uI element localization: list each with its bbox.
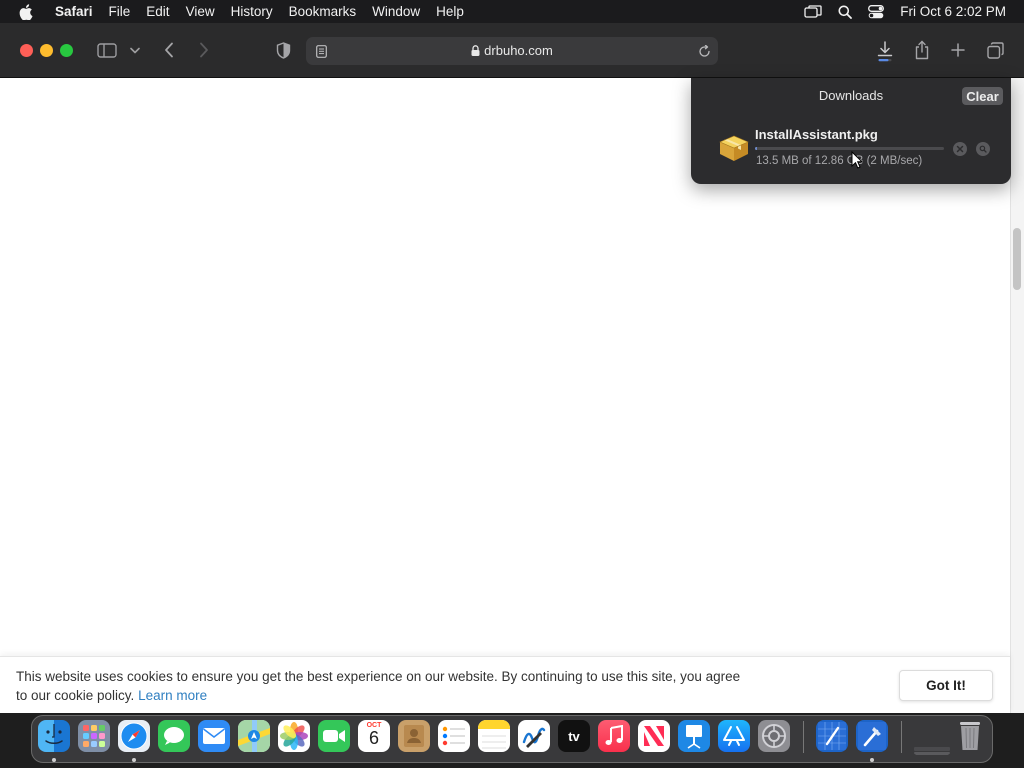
apple-tv-icon[interactable]: tv: [558, 720, 590, 752]
dock-separator-2: [901, 721, 902, 753]
control-center-icon[interactable]: [868, 4, 885, 19]
facetime-icon[interactable]: [318, 720, 350, 752]
downloads-popover: Downloads Clear InstallAssistant.pkg 13.…: [691, 78, 1011, 184]
running-indicator-safari: [132, 758, 136, 762]
download-progress-bar: [755, 147, 944, 150]
downloads-stack-icon[interactable]: [912, 740, 952, 756]
menu-help[interactable]: Help: [436, 4, 464, 19]
new-tab-plus-icon[interactable]: [949, 41, 967, 59]
safari-compass-icon[interactable]: [118, 720, 150, 752]
menu-edit[interactable]: Edit: [146, 4, 169, 19]
privacy-shield-icon[interactable]: [274, 41, 292, 59]
forward-chevron-icon[interactable]: [195, 40, 213, 60]
cookie-message-line2: to our cookie policy.: [16, 688, 135, 703]
xcode-blueprint-icon[interactable]: [816, 720, 848, 752]
address-url: drbuho.com: [306, 43, 718, 59]
screen-mirroring-icon[interactable]: [804, 4, 822, 19]
menu-safari[interactable]: Safari: [55, 4, 93, 19]
system-settings-gear-icon[interactable]: [758, 720, 790, 752]
mouse-pointer-icon: [851, 150, 864, 174]
cookie-message: This website uses cookies to ensure you …: [16, 667, 776, 705]
menu-bar-clock[interactable]: Fri Oct 6 2:02 PM: [900, 4, 1006, 19]
tab-overview-icon[interactable]: [985, 40, 1005, 60]
cookie-banner: This website uses cookies to ensure you …: [0, 656, 1010, 713]
downloads-icon[interactable]: [875, 39, 895, 63]
window-minimize-button[interactable]: [40, 44, 53, 57]
scrollbar-thumb[interactable]: [1013, 228, 1021, 290]
contacts-icon[interactable]: [398, 720, 430, 752]
menu-bar: Safari File Edit View History Bookmarks …: [0, 0, 1024, 23]
sidebar-toggle-icon[interactable]: [96, 41, 118, 59]
news-icon[interactable]: [638, 720, 670, 752]
music-icon[interactable]: [598, 720, 630, 752]
learn-more-link[interactable]: Learn more: [138, 688, 207, 703]
maps-icon[interactable]: [238, 720, 270, 752]
stop-download-x-icon[interactable]: [953, 142, 967, 156]
keynote-icon[interactable]: [678, 720, 710, 752]
menu-window[interactable]: Window: [372, 4, 420, 19]
running-indicator-finder: [52, 758, 56, 762]
package-file-icon: [718, 132, 750, 162]
photos-icon[interactable]: [278, 720, 310, 752]
app-store-icon[interactable]: [718, 720, 750, 752]
got-it-button[interactable]: Got It!: [899, 670, 993, 701]
dock-separator: [803, 721, 804, 753]
cookie-message-line1: This website uses cookies to ensure you …: [16, 669, 741, 684]
messages-icon[interactable]: [158, 720, 190, 752]
launchpad-icon[interactable]: [78, 720, 110, 752]
tab-group-chevron-down-icon[interactable]: [129, 44, 141, 56]
show-in-finder-magnifier-icon[interactable]: [976, 142, 990, 156]
calendar-icon[interactable]: OCT 6: [358, 720, 390, 752]
mail-icon[interactable]: [198, 720, 230, 752]
installer-hammer-icon[interactable]: [856, 720, 888, 752]
freeform-icon[interactable]: [518, 720, 550, 752]
calendar-day: 6: [368, 728, 379, 748]
trash-icon[interactable]: [954, 720, 986, 752]
finder-icon[interactable]: [38, 720, 70, 752]
menu-history[interactable]: History: [231, 4, 273, 19]
lock-icon: [471, 44, 480, 59]
share-icon[interactable]: [912, 39, 932, 61]
menu-view[interactable]: View: [186, 4, 215, 19]
spotlight-search-icon[interactable]: [838, 5, 853, 19]
address-url-text: drbuho.com: [484, 43, 553, 58]
menu-bookmarks[interactable]: Bookmarks: [289, 4, 357, 19]
notes-icon[interactable]: [478, 720, 510, 752]
scrollbar-track[interactable]: [1010, 78, 1024, 713]
address-bar[interactable]: drbuho.com: [306, 37, 718, 65]
running-indicator-installer: [870, 758, 874, 762]
back-chevron-icon[interactable]: [160, 40, 178, 60]
window-close-button[interactable]: [20, 44, 33, 57]
window-zoom-button[interactable]: [60, 44, 73, 57]
tv-label: tv: [568, 728, 580, 744]
reload-icon[interactable]: [696, 43, 712, 59]
safari-toolbar: drbuho.com: [0, 23, 1024, 78]
reminders-icon[interactable]: [438, 720, 470, 752]
download-progress-fill: [755, 147, 757, 150]
download-filename: InstallAssistant.pkg: [755, 127, 878, 142]
download-status: 13.5 MB of 12.86 GB (2 MB/sec): [756, 155, 923, 167]
apple-menu-icon[interactable]: [19, 3, 35, 20]
menu-file[interactable]: File: [109, 4, 131, 19]
clear-downloads-button[interactable]: Clear: [962, 87, 1003, 105]
